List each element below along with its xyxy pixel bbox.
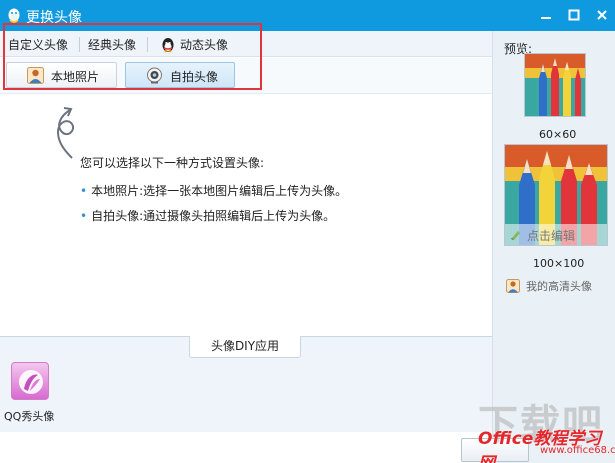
qqshow-avatar-icon[interactable] — [11, 362, 49, 400]
instruction-local-text: 本地照片:选择一张本地图片编辑后上传为头像。 — [91, 184, 348, 198]
tab-classic-avatar[interactable]: 经典头像 — [88, 34, 136, 56]
close-icon[interactable] — [594, 7, 610, 23]
tab-divider — [147, 37, 148, 52]
tab-dynamic-avatar[interactable]: 动态头像 — [160, 34, 228, 56]
qqshow-avatar-label: QQ秀头像 — [4, 410, 55, 423]
person-photo-icon — [27, 67, 44, 84]
edit-avatar-button[interactable]: 点击编辑 — [505, 224, 607, 245]
instruction-intro: 您可以选择以下一种方式设置头像: — [80, 156, 265, 170]
large-size-caption: 100×100 — [533, 257, 585, 270]
minimize-icon[interactable] — [538, 7, 554, 23]
watermark-url: www.office68.com — [540, 445, 615, 456]
instruction-local: • 本地照片:选择一张本地图片编辑后上传为头像。 — [80, 182, 347, 199]
tab-divider — [79, 37, 80, 52]
hd-avatar-label: 我的高清头像 — [526, 280, 592, 293]
instruction-selfie-text: 自拍头像:通过摄像头拍照编辑后上传为头像。 — [91, 209, 336, 223]
diy-tab[interactable]: 头像DIY应用 — [189, 336, 301, 358]
preview-thumbnail-small — [524, 53, 586, 117]
qqshow-logo-icon — [19, 370, 43, 394]
webcam-icon — [147, 67, 162, 84]
avatar-icon — [506, 279, 520, 293]
maximize-icon[interactable] — [566, 7, 582, 23]
local-photo-label: 本地照片 — [51, 70, 100, 84]
selfie-avatar-button[interactable]: 自拍头像 — [125, 62, 235, 88]
bullet-dot: • — [80, 184, 88, 198]
penguin-icon — [162, 38, 174, 53]
curl-arrow-icon — [56, 107, 74, 159]
pencil-icon — [511, 231, 520, 240]
small-size-caption: 60×60 — [539, 128, 577, 141]
pencils-image — [525, 54, 585, 116]
selfie-avatar-label: 自拍头像 — [170, 70, 219, 84]
tab-label: 自定义头像 — [8, 38, 69, 52]
instruction-selfie: • 自拍头像:通过摄像头拍照编辑后上传为头像。 — [80, 207, 335, 224]
tab-bar: 自定义头像 经典头像 动态头像 — [0, 31, 492, 57]
window-title: 更换头像 — [26, 10, 82, 26]
title-bar: 更换头像 — [0, 0, 615, 31]
tab-custom-avatar[interactable]: 自定义头像 — [8, 34, 68, 56]
watermark-brand: Office教程学习网 — [478, 429, 602, 463]
edit-avatar-label: 点击编辑 — [527, 229, 576, 243]
source-bar: 本地照片 自拍头像 — [0, 58, 492, 94]
hd-avatar-link[interactable]: 我的高清头像 — [506, 278, 592, 294]
bullet-dot: • — [80, 209, 88, 223]
tab-label: 动态头像 — [180, 38, 229, 52]
local-photo-button[interactable]: 本地照片 — [6, 62, 117, 88]
qq-penguin-icon — [8, 8, 20, 23]
tab-label: 经典头像 — [88, 38, 137, 52]
